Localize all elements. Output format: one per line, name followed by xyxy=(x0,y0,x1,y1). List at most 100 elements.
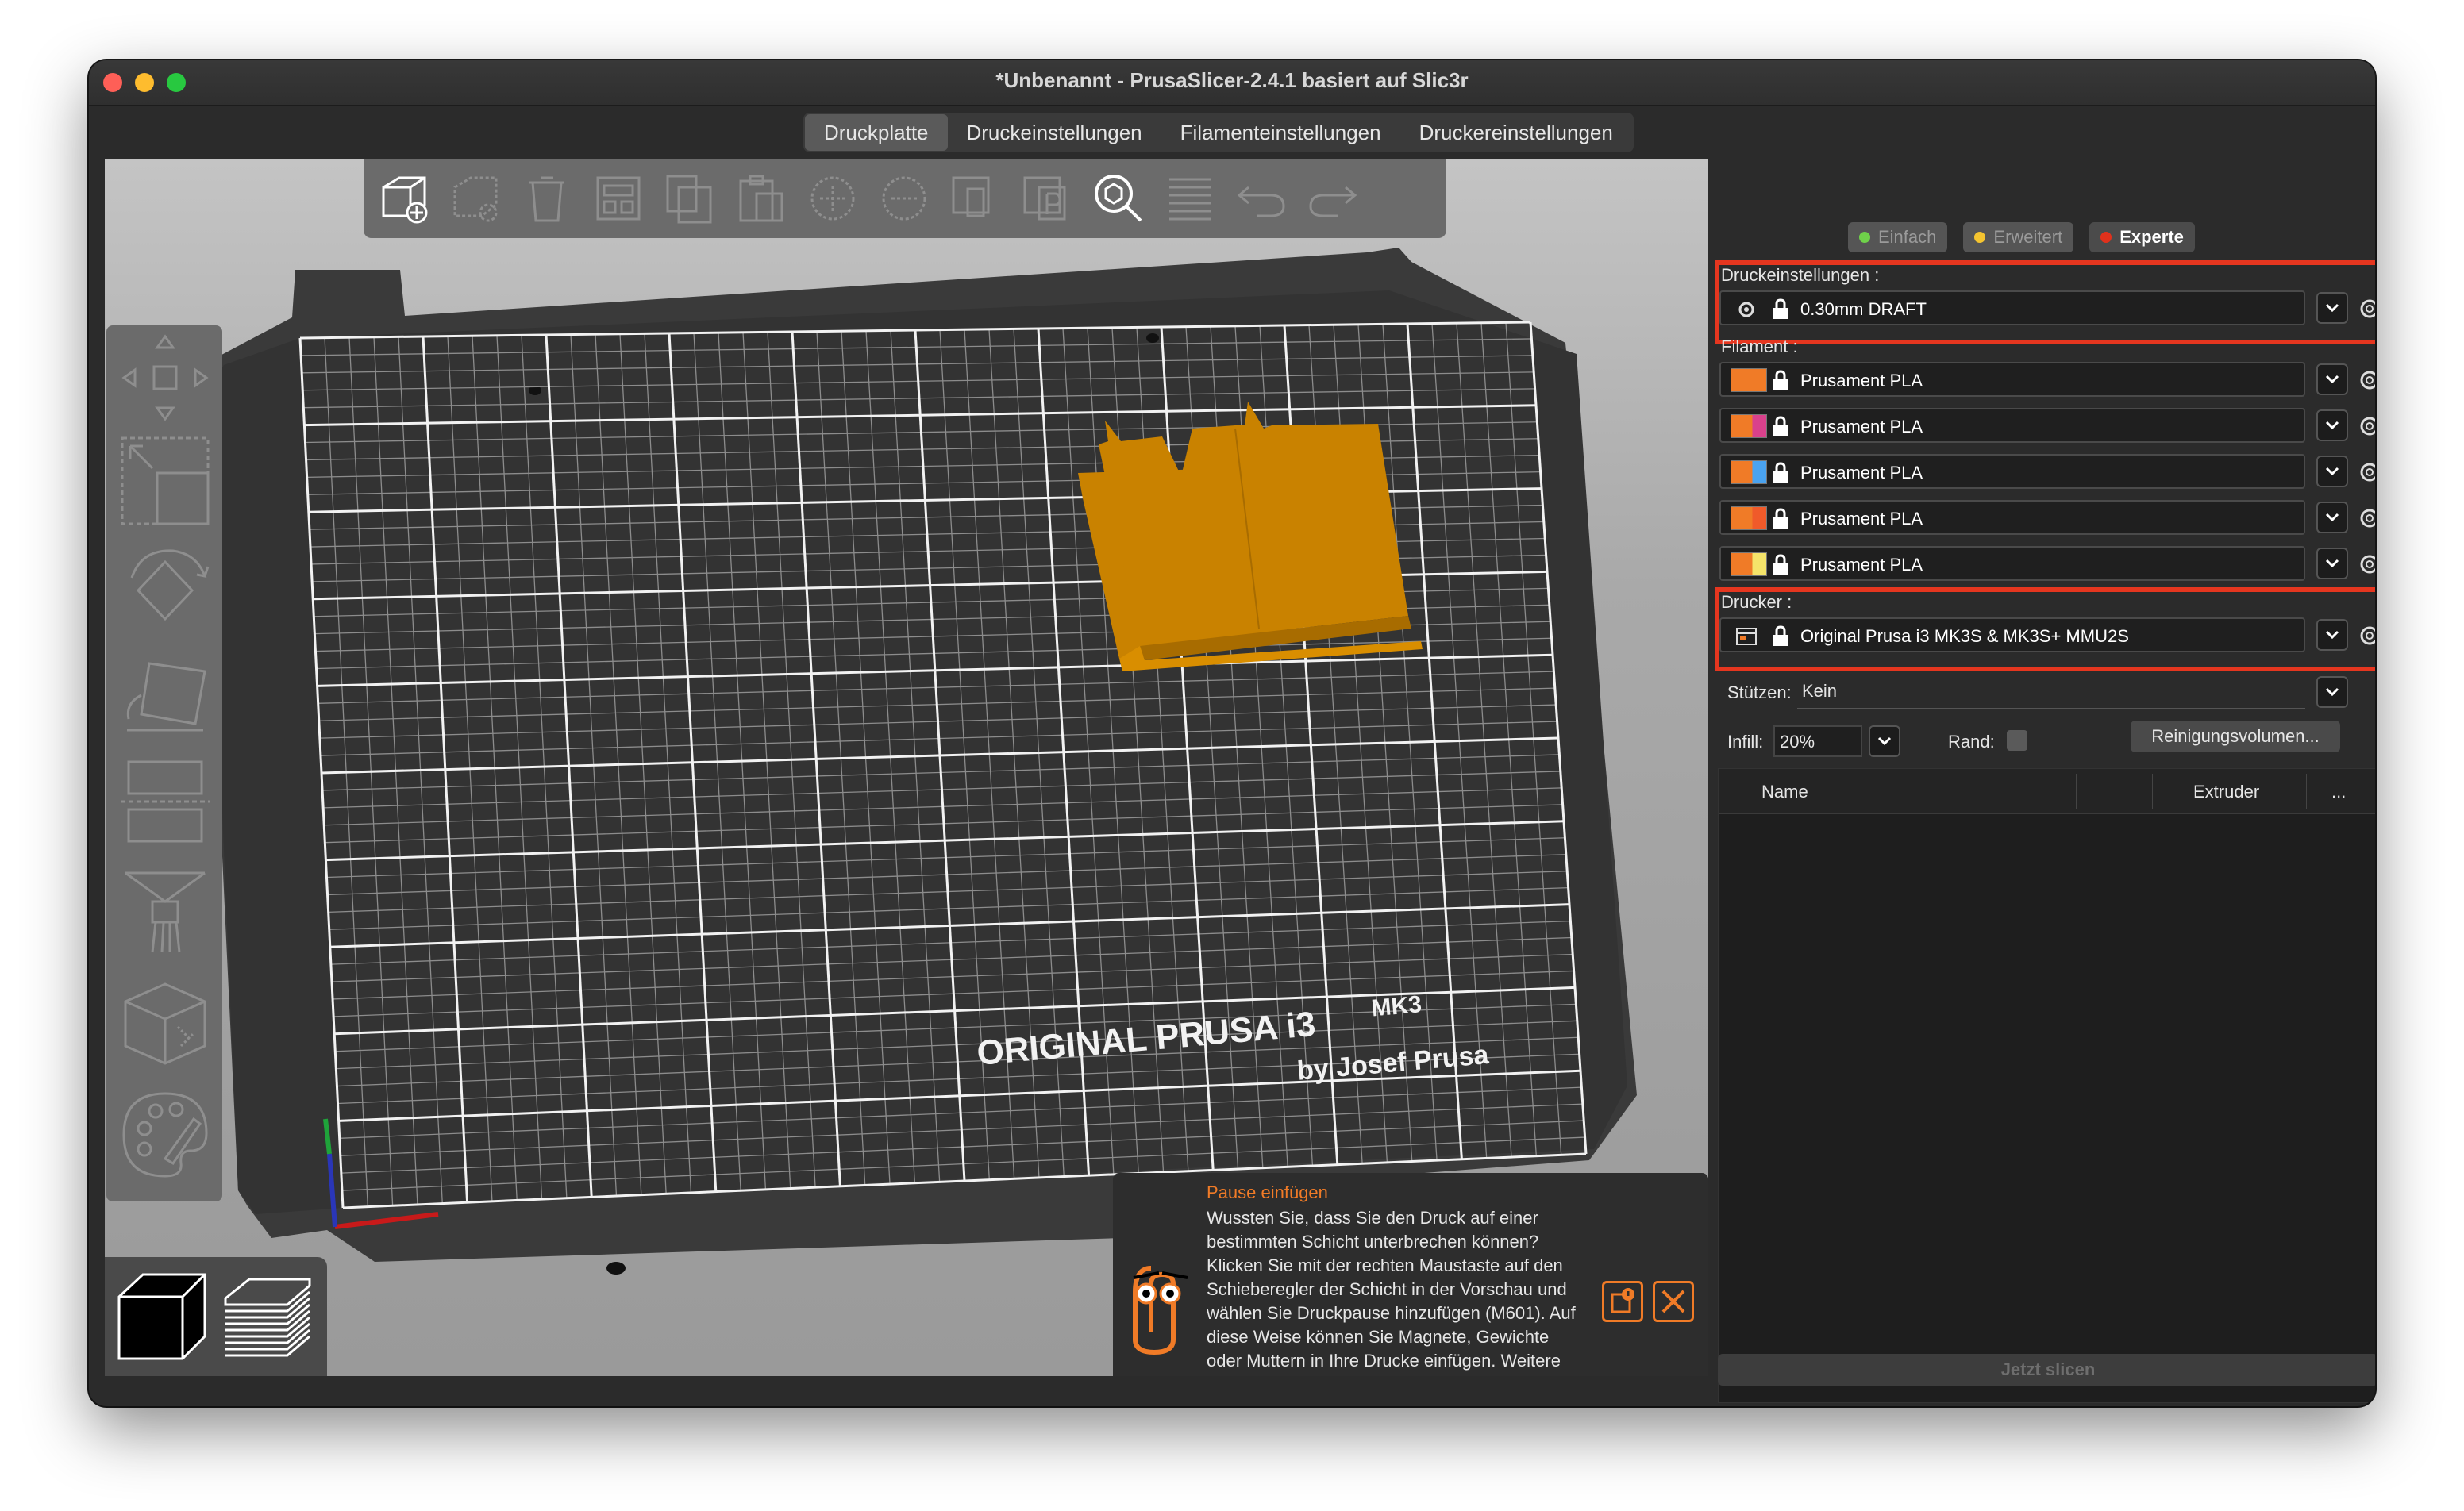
hint-body: Wussten Sie, dass Sie den Druck auf eine… xyxy=(1207,1208,1576,1376)
filament-dropdown-5[interactable] xyxy=(2316,548,2348,579)
slice-now-button[interactable]: Jetzt slicen xyxy=(1718,1354,2375,1386)
infill-select[interactable]: 20% xyxy=(1773,725,1862,757)
brim-checkbox[interactable] xyxy=(2007,730,2027,751)
printer-icon xyxy=(1736,628,1757,645)
chevron-down-icon xyxy=(2325,303,2339,313)
purge-volumes-button[interactable]: Reinigungsvolumen... xyxy=(2131,721,2340,752)
split-parts-icon[interactable] xyxy=(1016,167,1078,230)
print-settings-combo[interactable]: 0.30mm DRAFT xyxy=(1719,290,2305,325)
lock-icon xyxy=(1773,625,1788,646)
column-extruder[interactable]: Extruder xyxy=(2193,782,2259,802)
filament-combo-1[interactable]: Prusament PLA xyxy=(1719,362,2305,397)
printer-dropdown[interactable] xyxy=(2316,619,2348,651)
redo-icon[interactable] xyxy=(1302,167,1364,230)
mode-expert-dot-icon xyxy=(2100,232,2112,243)
filament-dropdown-4[interactable] xyxy=(2316,502,2348,533)
filament-name: Prusament PLA xyxy=(1800,371,1923,390)
settings-sidebar: Einfach Erweitert Experte Druckeinstellu… xyxy=(1715,159,2375,1403)
window-title: *Unbenannt - PrusaSlicer-2.4.1 basiert a… xyxy=(995,68,1469,92)
mode-expert-button[interactable]: Experte xyxy=(2089,222,2195,252)
delete-icon[interactable] xyxy=(445,167,506,230)
lock-icon xyxy=(1773,298,1788,319)
move-icon[interactable] xyxy=(117,330,213,425)
print-settings-dropdown[interactable] xyxy=(2316,292,2348,324)
search-icon[interactable] xyxy=(1088,167,1149,230)
filament-combo-3[interactable]: Prusament PLA xyxy=(1719,454,2305,489)
supports-dropdown[interactable] xyxy=(2316,676,2348,708)
filament-combo-4[interactable]: Prusament PLA xyxy=(1719,500,2305,535)
lock-icon xyxy=(1773,508,1788,529)
hint-title: Pause einfügen xyxy=(1207,1182,1328,1202)
mmu-painting-icon[interactable] xyxy=(117,1087,213,1182)
hint-mascot-icon xyxy=(1133,1266,1188,1355)
filament-color-swatch xyxy=(1731,552,1767,576)
lock-icon xyxy=(1773,462,1788,483)
infill-dropdown[interactable] xyxy=(1869,725,1900,757)
place-on-face-icon[interactable] xyxy=(117,648,213,743)
mode-advanced-dot-icon xyxy=(1974,232,1986,243)
filament-name: Prusament PLA xyxy=(1800,555,1923,575)
filament-edit-icon[interactable] xyxy=(2358,368,2375,392)
tab-druckeinstellungen[interactable]: Druckeinstellungen xyxy=(948,114,1161,151)
copy-icon[interactable] xyxy=(659,167,721,230)
supports-select[interactable]: Kein xyxy=(1797,678,2305,709)
bed-logo-model: MK3 xyxy=(1370,991,1423,1021)
paint-supports-icon[interactable] xyxy=(117,865,213,960)
mode-advanced-label: Erweitert xyxy=(1993,227,2063,247)
arrange-icon[interactable] xyxy=(587,167,649,230)
chevron-down-icon xyxy=(2325,630,2339,640)
chevron-down-icon xyxy=(2325,559,2339,568)
chevron-down-icon xyxy=(2325,513,2339,522)
chevron-down-icon xyxy=(2325,421,2339,430)
print-settings-value: 0.30mm DRAFT xyxy=(1800,299,1927,319)
printer-label: Drucker : xyxy=(1721,592,1792,612)
seam-painting-icon[interactable] xyxy=(117,976,213,1071)
delete-all-icon[interactable] xyxy=(516,167,578,230)
filament-dropdown-2[interactable] xyxy=(2316,409,2348,441)
object-list[interactable]: Name Extruder ... xyxy=(1718,768,2375,1403)
filament-edit-icon[interactable] xyxy=(2358,506,2375,530)
filament-edit-icon[interactable] xyxy=(2358,552,2375,576)
3d-view-icon[interactable] xyxy=(111,1267,211,1367)
remove-instance-icon[interactable] xyxy=(873,167,935,230)
split-objects-icon[interactable] xyxy=(945,167,1007,230)
cut-icon[interactable] xyxy=(117,754,213,849)
filament-dropdown-3[interactable] xyxy=(2316,456,2348,487)
preview-layers-icon[interactable] xyxy=(218,1267,318,1367)
scale-icon[interactable] xyxy=(117,433,213,529)
print-settings-edit-icon[interactable] xyxy=(2358,297,2375,321)
object-list-header: Name Extruder ... xyxy=(1719,769,2375,814)
mode-advanced-button[interactable]: Erweitert xyxy=(1963,222,2074,252)
chevron-down-icon xyxy=(2325,467,2339,476)
printer-combo[interactable]: Original Prusa i3 MK3S & MK3S+ MMU2S xyxy=(1719,617,2305,652)
mode-simple-dot-icon xyxy=(1859,232,1870,243)
tab-filamenteinstellungen[interactable]: Filamenteinstellungen xyxy=(1161,114,1400,151)
printer-edit-icon[interactable] xyxy=(2358,624,2375,648)
filament-dropdown-1[interactable] xyxy=(2316,363,2348,395)
rotate-icon[interactable] xyxy=(117,543,213,638)
filament-combo-2[interactable]: Prusament PLA xyxy=(1719,408,2305,443)
filament-name: Prusament PLA xyxy=(1800,463,1923,483)
add-instance-icon[interactable] xyxy=(802,167,864,230)
tab-druckplatte[interactable]: Druckplatte xyxy=(805,114,948,151)
mode-simple-button[interactable]: Einfach xyxy=(1848,222,1948,252)
tab-druckereinstellungen[interactable]: Druckereinstellungen xyxy=(1400,114,1632,151)
close-hint-button[interactable] xyxy=(1653,1281,1694,1322)
filament-color-swatch xyxy=(1731,506,1767,530)
undo-icon[interactable] xyxy=(1230,167,1292,230)
column-name[interactable]: Name xyxy=(1761,782,1808,802)
column-more[interactable]: ... xyxy=(2331,782,2346,802)
filament-combo-5[interactable]: Prusament PLA xyxy=(1719,546,2305,581)
lock-icon xyxy=(1773,416,1788,436)
model-object[interactable] xyxy=(1078,402,1423,671)
paste-icon[interactable] xyxy=(730,167,792,230)
3d-viewport[interactable]: ORIGINAL PRUSA i3 MK3 by Josef Prusa Pau… xyxy=(105,159,1708,1376)
filament-edit-icon[interactable] xyxy=(2358,414,2375,438)
chevron-down-icon xyxy=(1877,736,1892,746)
documentation-button[interactable] xyxy=(1602,1281,1643,1322)
filament-edit-icon[interactable] xyxy=(2358,460,2375,484)
app-window: *Unbenannt - PrusaSlicer-2.4.1 basiert a… xyxy=(89,60,2375,1406)
layer-editing-icon[interactable] xyxy=(1159,167,1221,230)
add-object-icon[interactable] xyxy=(373,167,435,230)
top-toolbar xyxy=(364,159,1446,238)
